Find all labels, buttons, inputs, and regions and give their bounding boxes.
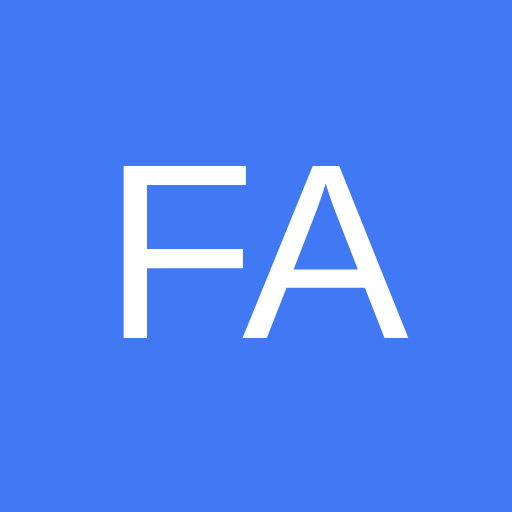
avatar-initials: FA: [103, 112, 409, 391]
avatar: FA: [0, 0, 512, 512]
